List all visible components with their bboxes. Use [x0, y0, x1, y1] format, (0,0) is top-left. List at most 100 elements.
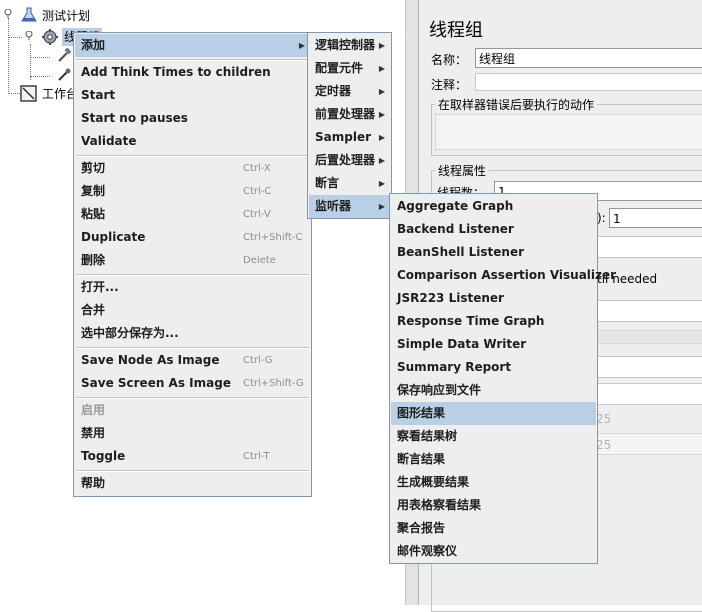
- menu-item-add[interactable]: 添加 ▶: [75, 34, 310, 57]
- menu-item-enable: 启用: [75, 399, 310, 422]
- submenu-arrow-icon: ▶: [378, 64, 385, 73]
- scheduler-field[interactable]: [597, 300, 702, 322]
- tree-connector: [8, 37, 22, 38]
- listener-item-generate-summary-results[interactable]: 生成概要结果: [391, 471, 596, 494]
- listener-item-save-responses-to-file[interactable]: 保存响应到文件: [391, 379, 596, 402]
- menu-item-save-node-as-image[interactable]: Save Node As Image Ctrl-G: [75, 349, 310, 372]
- ramp-up-field[interactable]: 1: [609, 208, 702, 228]
- listener-item-backend-listener[interactable]: Backend Listener: [391, 218, 596, 241]
- workbench-icon: [20, 85, 37, 102]
- menu-shortcut: Ctrl-G: [243, 355, 273, 366]
- listener-item-comparison-assertion-visualizer[interactable]: Comparison Assertion Visualizer: [391, 264, 616, 287]
- menu-shortcut: Ctrl-C: [243, 186, 272, 197]
- listener-item-aggregate-report[interactable]: 聚合报告: [391, 517, 596, 540]
- menu-item-label: Start no pauses: [81, 111, 188, 125]
- menu-item-label: Backend Listener: [397, 222, 514, 236]
- tree-node-test-plan[interactable]: 测试计划: [42, 7, 90, 25]
- menu-item-label: 复制: [81, 184, 106, 198]
- menu-item-copy[interactable]: 复制 Ctrl-C: [75, 180, 310, 203]
- menu-item-toggle[interactable]: Toggle Ctrl-T: [75, 445, 310, 468]
- listener-item-graph-results[interactable]: 图形结果: [391, 402, 596, 425]
- menu-shortcut: Ctrl+Shift-C: [243, 232, 303, 243]
- duration-field[interactable]: [597, 356, 702, 378]
- submenu-item-assertion[interactable]: 断言 ▶: [309, 172, 390, 195]
- listener-item-aggregate-graph[interactable]: Aggregate Graph: [391, 195, 596, 218]
- submenu-arrow-icon: ▶: [378, 179, 385, 188]
- menu-item-label: 禁用: [81, 426, 106, 440]
- menu-item-open[interactable]: 打开...: [75, 276, 310, 299]
- menu-item-label: 保存响应到文件: [397, 383, 482, 397]
- tree-connector: [30, 76, 50, 77]
- menu-item-save-selection-as[interactable]: 选中部分保存为...: [75, 322, 310, 345]
- menu-item-cut[interactable]: 剪切 Ctrl-X: [75, 157, 310, 180]
- menu-shortcut: Ctrl-V: [243, 209, 271, 220]
- listener-item-view-results-in-table[interactable]: 用表格察看结果: [391, 494, 596, 517]
- menu-item-help[interactable]: 帮助: [75, 472, 310, 495]
- add-submenu: 逻辑控制器 ▶ 配置元件 ▶ 定时器 ▶ 前置处理器 ▶ Sampler ▶ 后置处理器 ▶…: [307, 32, 392, 219]
- comment-field[interactable]: [475, 73, 702, 91]
- tree-connector: [8, 93, 20, 94]
- menu-item-delete[interactable]: 删除 Delete: [75, 249, 310, 272]
- listener-item-summary-report[interactable]: Summary Report: [391, 356, 596, 379]
- submenu-item-timer[interactable]: 定时器 ▶: [309, 80, 390, 103]
- menu-item-label: 删除: [81, 253, 106, 267]
- menu-item-merge[interactable]: 合并: [75, 299, 310, 322]
- menu-item-label: Comparison Assertion Visualizer: [397, 268, 617, 282]
- menu-item-label: 打开...: [81, 280, 119, 294]
- collapse-toggle-icon[interactable]: [25, 31, 34, 40]
- collapse-toggle-icon[interactable]: [4, 9, 13, 18]
- name-field[interactable]: 线程组: [475, 48, 702, 68]
- menu-item-paste[interactable]: 粘贴 Ctrl-V: [75, 203, 310, 226]
- menu-item-label: 断言结果: [397, 452, 446, 466]
- menu-item-label: 断言: [315, 176, 340, 190]
- menu-item-start[interactable]: Start: [75, 84, 310, 107]
- name-label: 名称：: [431, 53, 468, 67]
- submenu-arrow-icon: ▶: [298, 41, 305, 50]
- sampler-error-title: 在取样器错误后要执行的动作: [435, 96, 598, 113]
- listener-item-simple-data-writer[interactable]: Simple Data Writer: [391, 333, 596, 356]
- listener-item-jsr223-listener[interactable]: JSR223 Listener: [391, 287, 596, 310]
- menu-item-start-no-pauses[interactable]: Start no pauses: [75, 107, 310, 130]
- menu-item-label: 定时器: [315, 84, 352, 98]
- menu-item-label: Aggregate Graph: [397, 199, 514, 213]
- menu-item-add-think-times[interactable]: Add Think Times to children: [75, 61, 310, 84]
- delay-field[interactable]: [597, 383, 702, 405]
- menu-item-label: 帮助: [81, 476, 106, 490]
- menu-item-label: 合并: [81, 303, 106, 317]
- menu-item-label: 邮件观察仪: [397, 544, 458, 558]
- submenu-arrow-icon: ▶: [378, 110, 385, 119]
- listener-icon: [58, 68, 71, 81]
- menu-item-label: 配置元件: [315, 61, 364, 75]
- listener-item-beanshell-listener[interactable]: BeanShell Listener: [391, 241, 596, 264]
- sampler-error-options[interactable]: [435, 114, 702, 150]
- listener-item-view-results-tree[interactable]: 察看结果树: [391, 425, 596, 448]
- menu-item-disable[interactable]: 禁用: [75, 422, 310, 445]
- submenu-item-post-processor[interactable]: 后置处理器 ▶: [309, 149, 390, 172]
- menu-item-label: 后置处理器: [315, 153, 376, 167]
- listener-item-assertion-results[interactable]: 断言结果: [391, 448, 596, 471]
- ramp-up-label: ):: [597, 211, 606, 225]
- end-time-value: 25: [596, 438, 612, 452]
- menu-item-validate[interactable]: Validate: [75, 130, 310, 153]
- menu-item-label: 用表格察看结果: [397, 498, 482, 512]
- menu-item-label: 启用: [81, 403, 106, 417]
- submenu-item-config-element[interactable]: 配置元件 ▶: [309, 57, 390, 80]
- menu-item-label: Simple Data Writer: [397, 337, 527, 351]
- submenu-item-listener[interactable]: 监听器 ▶: [309, 195, 390, 218]
- menu-item-label: Sampler: [315, 130, 372, 144]
- menu-item-save-screen-as-image[interactable]: Save Screen As Image Ctrl+Shift-G: [75, 372, 310, 395]
- listener-submenu: Aggregate Graph Backend Listener BeanShe…: [389, 193, 616, 564]
- submenu-item-sampler[interactable]: Sampler ▶: [309, 126, 390, 149]
- menu-item-duplicate[interactable]: Duplicate Ctrl+Shift-C: [75, 226, 310, 249]
- listener-item-response-time-graph[interactable]: Response Time Graph: [391, 310, 596, 333]
- menu-shortcut: Ctrl+Shift-G: [243, 378, 304, 389]
- submenu-arrow-icon: ▶: [378, 41, 385, 50]
- tree-connector: [30, 57, 50, 58]
- submenu-item-logic-controller[interactable]: 逻辑控制器 ▶: [309, 34, 390, 57]
- menu-item-label: 监听器: [315, 199, 352, 213]
- submenu-item-pre-processor[interactable]: 前置处理器 ▶: [309, 103, 390, 126]
- menu-item-label: 生成概要结果: [397, 475, 470, 489]
- thread-properties-title: 线程属性: [435, 162, 490, 179]
- listener-item-mailer-visualizer[interactable]: 邮件观察仪: [391, 540, 596, 563]
- loop-field[interactable]: [597, 236, 702, 258]
